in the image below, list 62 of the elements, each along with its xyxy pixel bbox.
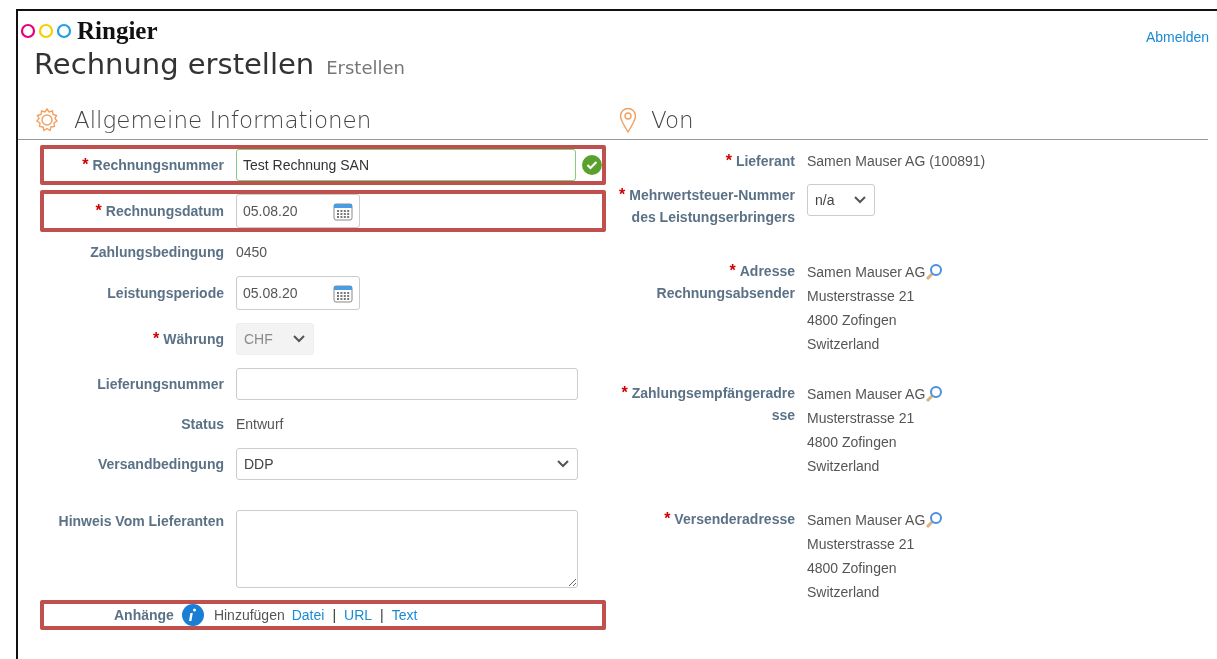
section-heading: Von [651,107,694,133]
address-line: Samen Mauser AG [807,263,926,282]
address-line: Samen Mauser AG [807,511,926,530]
address-line: Switzerland [807,457,880,476]
brand-logo: Ringier [77,17,158,45]
select-field[interactable]: DDP [236,448,578,480]
magnifier-icon[interactable] [925,385,944,403]
calendar-icon[interactable] [333,201,353,221]
chevron-down-icon [557,460,569,468]
chevron-down-icon [293,335,305,343]
text-field[interactable]: Test Rechnung SAN [236,149,577,181]
field-label: * Versenderadresse [663,509,796,529]
date-field[interactable]: 05.08.20 [236,276,360,310]
address-line: Musterstrasse 21 [807,409,915,428]
calendar-icon[interactable] [333,283,353,303]
field-label: * Zahlungsempfängeradresse [620,383,796,425]
field-label: Anhänge [114,606,175,625]
attachment-link[interactable]: URL [344,607,373,623]
field-label: * Währung [152,329,225,349]
field-label: Hinweis Vom Lieferanten [57,512,225,531]
field-label: * Lieferant [724,151,796,171]
section-heading: Allgemeine Informationen [74,107,372,133]
address-line: Samen Mauser AG [807,385,926,404]
field-label: Status [180,415,225,434]
field-label: * Rechnungsdatum [94,201,225,221]
page-title: Rechnung erstellen [34,47,315,81]
field-value: Entwurf [236,416,284,432]
field-label: * Adresse Rechnungsabsender [655,261,796,303]
signout-link[interactable]: Abmelden [1145,29,1209,45]
rings-logo-icon [20,23,74,39]
field-value: Samen Mauser AG (100891) [807,152,986,171]
separator: | [332,607,337,623]
field-label: * Rechnungsnummer [81,155,225,175]
field-label: Leistungsperiode [106,284,225,303]
page-subtitle: Erstellen [326,57,405,78]
address-line: Switzerland [807,583,880,602]
field-label: * Mehrwertsteuer-Nummer des Leistungserbringers [618,185,796,227]
field-label: Versandbedingung [97,455,225,474]
magnifier-icon[interactable] [925,511,944,529]
address-line: Switzerland [807,335,880,354]
gear-icon [34,107,60,133]
date-field[interactable]: 05.08.20 [236,194,360,228]
magnifier-icon[interactable] [925,263,944,281]
address-line: Musterstrasse 21 [807,287,915,306]
field-label: Lieferungsnummer [96,375,225,394]
address-line: Musterstrasse 21 [807,535,915,554]
text-field[interactable] [236,368,578,400]
field-value: 0450 [236,244,268,260]
attachment-link[interactable]: Text [391,607,418,623]
chevron-down-icon [854,196,866,204]
select-field[interactable]: n/a [807,184,875,216]
address-line: 4800 Zofingen [807,311,897,330]
check-icon [582,155,602,175]
info-icon[interactable] [181,604,204,626]
field-label: Zahlungsbedingung [89,243,225,262]
separator: | [380,607,384,623]
attachment-link[interactable]: Datei [291,607,325,623]
address-line: 4800 Zofingen [807,559,897,578]
textarea-field[interactable] [236,510,578,588]
location-pin-icon [619,107,637,133]
add-label: Hinzufügen [213,607,285,623]
address-line: 4800 Zofingen [807,433,897,452]
